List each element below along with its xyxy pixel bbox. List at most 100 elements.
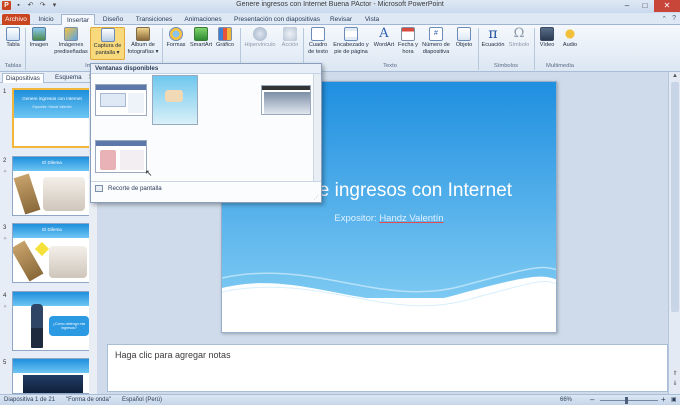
maximize-button[interactable]: □ (636, 0, 654, 12)
close-button[interactable]: ✕ (654, 0, 680, 12)
fit-slide-icon[interactable]: ▣ (671, 395, 677, 405)
objeto-button-label: Objeto (455, 42, 473, 48)
captura-pantalla-button[interactable]: Captura de pantalla ▾ (90, 27, 125, 60)
tab-presentacion[interactable]: Presentación con diapositivas (230, 14, 324, 25)
captura-button-label: Captura de pantalla ▾ (93, 43, 122, 56)
language-indicator[interactable]: Español (Perú) (122, 395, 162, 405)
slides-pane: Diapositivas Esquema ✕ 1 Genere ingresos… (0, 72, 97, 394)
slide-thumbnail-1[interactable]: Genere ingresos con Internet Expositor: … (12, 88, 92, 148)
tab-archivo[interactable]: Archivo (2, 14, 30, 25)
grafico-button[interactable]: Gráfico (214, 27, 236, 49)
audio-button-label: Audio (562, 42, 578, 48)
hyperlink-icon (253, 27, 267, 41)
slide-thumbnail-5[interactable] (12, 358, 92, 394)
help-icon[interactable]: ? (672, 15, 676, 23)
minimize-ribbon-icon[interactable]: ⌃ (661, 15, 667, 23)
zoom-slider-knob[interactable] (625, 397, 628, 404)
slide-thumbnail-2[interactable]: El Dilema (12, 156, 92, 216)
imagenes-predisenadas-button[interactable]: Imágenes prediseñadas (53, 27, 89, 55)
slide-title-band (14, 90, 90, 118)
theme-name: "Forma de onda" (66, 397, 111, 403)
wordart-button[interactable]: A WordArt (372, 27, 396, 49)
previous-slide-icon[interactable]: ⇑ (670, 370, 680, 379)
numero-diapositiva-button[interactable]: # Número de diapositiva (420, 27, 452, 55)
resize-grip-icon[interactable]: ⋰ (314, 195, 319, 201)
zoom-slider[interactable] (600, 400, 658, 401)
slides-pane-tabs: Diapositivas Esquema ✕ (0, 72, 97, 83)
imagen-button[interactable]: Imagen (28, 27, 50, 49)
available-window-3[interactable] (261, 85, 311, 115)
imagenes-button-label: Imágenes prediseñadas (54, 42, 88, 55)
ecuacion-button-label: Ecuación (481, 42, 505, 48)
hand-image (43, 177, 85, 211)
window-titlebar (262, 86, 310, 90)
formas-button[interactable]: Formas (165, 27, 187, 49)
slide-thumbnail-3[interactable]: El Dilema (12, 223, 92, 283)
zoom-level[interactable]: 66% (560, 395, 572, 405)
dropdown-scrollbar[interactable] (313, 74, 321, 181)
screen-clipping-icon (95, 185, 103, 192)
slide-scroll-thumb[interactable] (671, 82, 679, 312)
tabla-button[interactable]: Tabla (3, 27, 23, 49)
slide-vertical-scrollbar[interactable]: ▲ ⇑ ⇓ (668, 72, 680, 394)
slide-title-band (13, 292, 91, 306)
window-title: Genere ingresos con Internet Buena PActo… (236, 1, 444, 8)
numero-button-label: Número de diapositiva (422, 42, 450, 55)
ribbon-tabs: Archivo Inicio Insertar Diseño Transicio… (0, 13, 680, 25)
slide-thumbnail-subtitle: Expositor: Handz Valentín (32, 105, 72, 109)
recorte-pantalla-item[interactable]: Recorte de pantalla (95, 185, 162, 192)
slide-thumbnail-4[interactable]: ¿Cómo obtengo mis ingresos? (12, 291, 92, 351)
slide-title-band (13, 359, 91, 373)
header-footer-icon (344, 27, 358, 41)
video-button[interactable]: Vídeo (536, 27, 558, 49)
mouse-cursor-icon: ↖ (145, 168, 153, 178)
accion-button[interactable]: Acción (279, 27, 301, 49)
available-window-1[interactable] (95, 84, 147, 116)
zoom-out-icon[interactable]: – (590, 395, 594, 405)
hammer-image (13, 173, 41, 215)
notes-placeholder[interactable]: Haga clic para agregar notas (115, 350, 231, 360)
fecha-hora-button[interactable]: Fecha y hora (397, 27, 419, 55)
ribbon-right-controls: ⌃ ? (661, 15, 676, 23)
slide-subtitle[interactable]: Expositor: Handz Valentín (222, 213, 556, 224)
slide-number: 3 (3, 225, 7, 231)
tab-inicio[interactable]: Inicio (34, 14, 58, 25)
scroll-up-icon[interactable]: ▲ (670, 72, 680, 81)
window-controls: – □ ✕ (618, 0, 680, 12)
tab-esquema[interactable]: Esquema (52, 73, 85, 83)
next-slide-icon[interactable]: ⇓ (670, 380, 680, 389)
tab-vista[interactable]: Vista (359, 14, 385, 25)
available-window-4[interactable] (95, 140, 147, 173)
zoom-in-icon[interactable]: + (661, 395, 666, 405)
tab-transiciones[interactable]: Transiciones (132, 14, 176, 25)
simbolo-button[interactable]: Ω Símbolo (507, 27, 531, 49)
window-titlebar (96, 141, 146, 146)
album-fotografias-button[interactable]: Álbum de fotografías ▾ (126, 27, 160, 55)
tab-animaciones[interactable]: Animaciones (181, 14, 225, 25)
encabezado-button-label: Encabezado y pie de página (333, 42, 369, 55)
minimize-button[interactable]: – (618, 0, 636, 12)
objeto-button[interactable]: Objeto (453, 27, 475, 49)
cuadro-texto-button[interactable]: Cuadro de texto (305, 27, 331, 55)
hipervinculo-button[interactable]: Hipervínculo (243, 27, 277, 49)
tab-diapositivas[interactable]: Diapositivas (2, 73, 44, 83)
encabezado-pie-button[interactable]: Encabezado y pie de página (331, 27, 371, 55)
slide-number: 2 (3, 158, 7, 164)
tab-diseno[interactable]: Diseño (99, 14, 127, 25)
slide-thumbnail-title: El Dilema (42, 160, 62, 165)
tab-revisar[interactable]: Revisar (327, 14, 355, 25)
smartart-icon (194, 27, 208, 41)
fecha-button-label: Fecha y hora (398, 42, 418, 55)
slide-thumbnail-title: El Dilema (42, 227, 62, 232)
slide-counter: Diapositiva 1 de 21 (4, 397, 56, 403)
available-window-2[interactable] (152, 75, 198, 125)
formas-button-label: Formas (166, 42, 186, 48)
window-titlebar (96, 85, 146, 90)
ecuacion-button[interactable]: π Ecuación (480, 27, 506, 49)
pi-icon: π (488, 26, 498, 42)
smartart-button[interactable]: SmartArt (189, 27, 213, 49)
notes-pane[interactable]: Haga clic para agregar notas (107, 344, 668, 392)
audio-button[interactable]: Audio (559, 27, 581, 49)
screenshot-icon (100, 28, 115, 42)
tab-insertar[interactable]: Insertar (61, 14, 95, 25)
